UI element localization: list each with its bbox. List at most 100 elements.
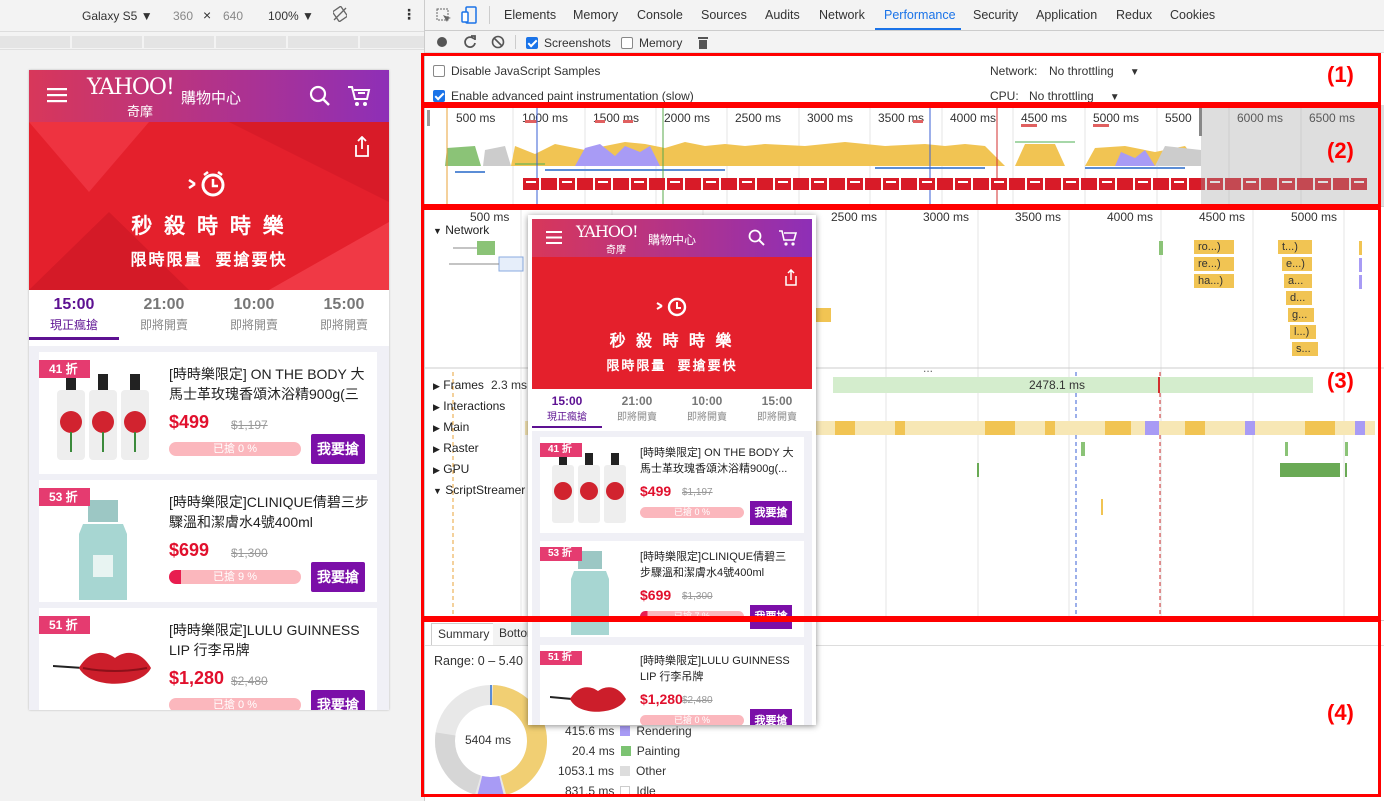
network-request[interactable]: ha...) — [1194, 274, 1234, 288]
rotate-icon[interactable] — [332, 5, 348, 25]
buy-button: 我要搶 — [750, 605, 792, 629]
product-image-bodywash — [552, 453, 626, 523]
network-throttle-select[interactable]: No throttling ▼ — [1049, 64, 1140, 78]
tab-summary[interactable]: Summary — [431, 623, 497, 645]
product-card[interactable]: 53 折 [時時樂限定]CLINIQUE倩碧三步驟溫和潔膚水4號400ml $6… — [39, 480, 377, 602]
zoom-select[interactable]: 100% ▼ — [268, 9, 314, 23]
network-request[interactable]: l...) — [1290, 325, 1316, 339]
buy-button[interactable]: 我要搶 — [311, 690, 365, 710]
product-price: $499 — [640, 483, 672, 499]
clear-icon[interactable] — [491, 35, 505, 52]
buy-button[interactable]: 我要搶 — [311, 434, 365, 464]
time-tab-1500-next[interactable]: 15:00 即將開賣 — [299, 296, 389, 333]
track-raster[interactable]: ▶ Raster — [433, 441, 479, 455]
product-price: $699 — [640, 587, 672, 603]
share-icon[interactable] — [353, 135, 371, 161]
network-request[interactable]: a... — [1284, 274, 1312, 288]
product-title[interactable]: [時時樂限定] ON THE BODY 大馬士革玫瑰香頌沐浴精900g(三 — [169, 364, 369, 404]
tab-network[interactable]: Network — [819, 8, 865, 22]
track-frames[interactable]: ▶ Frames — [433, 378, 484, 392]
discount-badge: 51 折 — [39, 616, 90, 634]
track-gpu[interactable]: ▶ GPU — [433, 462, 469, 476]
buy-button[interactable]: 我要搶 — [311, 562, 365, 592]
device-select[interactable]: Galaxy S5 ▼ — [82, 9, 153, 23]
device-width-input[interactable]: 360 — [173, 9, 193, 23]
tab-performance[interactable]: Performance — [884, 8, 956, 22]
tab-console[interactable]: Console — [637, 8, 683, 22]
time-tab-2100[interactable]: 21:00 即將開賣 — [119, 296, 209, 333]
product-card[interactable]: 41 折 [時時樂限定] ON THE BODY 大馬士革玫瑰香頌沐浴精900g… — [39, 352, 377, 474]
sold-progress-bar: 已搶 7 % — [640, 611, 744, 622]
hamburger-menu-icon — [546, 231, 562, 247]
time-slot-tabs: 15:00 現正瘋搶 21:00 即將開賣 10:00 即將開賣 15:00 即… — [29, 290, 389, 342]
tab-cookies[interactable]: Cookies — [1170, 8, 1215, 22]
performance-toolbar: Screenshots Memory — [425, 31, 1384, 53]
screenshots-checkbox[interactable]: Screenshots — [526, 36, 611, 50]
range-label: Range: 0 – 5.40 — [434, 654, 523, 668]
discount-badge: 51 折 — [540, 651, 582, 665]
tab-application[interactable]: Application — [1036, 8, 1097, 22]
search-icon[interactable] — [309, 85, 331, 110]
track-main[interactable]: ▶ Main — [433, 420, 469, 434]
cpu-throttle-select[interactable]: No throttling ▼ — [1029, 89, 1120, 103]
frame-duration-second: 2478.1 ms — [1029, 378, 1086, 392]
disable-js-samples-checkbox[interactable]: Disable JavaScript Samples — [433, 64, 600, 78]
advanced-paint-checkbox[interactable]: Enable advanced paint instrumentation (s… — [433, 89, 694, 103]
network-label: Network: — [990, 64, 1038, 78]
original-price: $1,300 — [682, 591, 713, 602]
tab-audits[interactable]: Audits — [765, 8, 800, 22]
time-tab-1000[interactable]: 10:00 即將開賣 — [209, 296, 299, 333]
network-request[interactable]: re...) — [1194, 257, 1234, 271]
product-image-lip-tag — [550, 687, 626, 712]
network-request[interactable]: e...) — [1282, 257, 1312, 271]
alarm-clock-icon — [656, 295, 690, 320]
device-height-input[interactable]: 640 — [223, 9, 243, 23]
cart-icon — [778, 229, 798, 250]
banner-subtitle: 限時限量 要搶要快 — [130, 252, 288, 269]
timeline-overview[interactable]: 500 ms 1000 ms 1500 ms 2000 ms 2500 ms 3… — [425, 105, 1384, 207]
flash-sale-banner: 秒 殺 時 時 樂 限時限量 要搶要快 — [29, 122, 389, 290]
tab-sources[interactable]: Sources — [701, 8, 747, 22]
network-request[interactable]: s... — [1292, 342, 1318, 356]
banner-title: 秒 殺 時 時 樂 — [131, 215, 287, 238]
inspect-element-icon[interactable] — [436, 8, 452, 27]
discount-badge: 41 折 — [39, 360, 90, 378]
network-request[interactable]: g... — [1288, 308, 1314, 322]
track-interactions[interactable]: ▶ Interactions — [433, 399, 505, 413]
original-price: $2,480 — [231, 674, 268, 688]
device-toggle-icon[interactable] — [461, 6, 477, 27]
dimension-separator: × — [203, 7, 212, 23]
track-network[interactable]: ▼ Network — [433, 223, 489, 237]
legend-idle: 831.5 ms Idle — [565, 784, 656, 798]
annotation-label-3: (3) — [1327, 368, 1354, 393]
network-request[interactable]: ro...) — [1194, 240, 1234, 254]
cart-icon[interactable] — [347, 85, 371, 110]
record-icon[interactable] — [436, 36, 448, 51]
hamburger-menu-icon[interactable] — [47, 87, 67, 106]
reload-icon[interactable] — [463, 35, 477, 52]
media-query-ruler — [0, 32, 424, 50]
tab-security[interactable]: Security — [973, 8, 1018, 22]
annotation-label-1: (1) — [1327, 62, 1354, 87]
product-list: 41 折 [時時樂限定] ON THE BODY 大馬士革玫瑰香頌沐浴精900g… — [29, 346, 389, 710]
product-title[interactable]: [時時樂限定]CLINIQUE倩碧三步驟溫和潔膚水4號400ml — [169, 492, 369, 532]
time-tab-1500-now[interactable]: 15:00 現正瘋搶 — [29, 296, 119, 340]
track-scriptstreamer[interactable]: ▼ ScriptStreamer — [433, 483, 525, 497]
tab-memory[interactable]: Memory — [573, 8, 618, 22]
more-options-icon[interactable]: ⋮ — [402, 6, 416, 23]
product-card: 51 折 [時時樂限定]LULU GUINNESS LIP 行李吊牌 $1,28… — [540, 645, 804, 725]
tab-redux[interactable]: Redux — [1116, 8, 1152, 22]
network-request[interactable]: d... — [1286, 291, 1312, 305]
product-price: $1,280 — [169, 668, 225, 688]
network-request[interactable]: t...) — [1278, 240, 1312, 254]
trash-icon[interactable] — [697, 35, 709, 52]
yahoo-logo[interactable]: YAHOO! — [87, 75, 175, 100]
capture-settings: Disable JavaScript Samples Enable advanc… — [425, 53, 1384, 105]
product-title[interactable]: [時時樂限定]LULU GUINNESS LIP 行李吊牌 — [169, 620, 369, 660]
tab-elements[interactable]: Elements — [504, 8, 556, 22]
track-splitter-handle[interactable]: ... — [923, 361, 933, 375]
product-card[interactable]: 51 折 [時時樂限定]LULU GUINNESS LIP 行李吊牌 $1,28… — [39, 608, 377, 710]
product-price: $499 — [169, 412, 210, 432]
legend-painting: 20.4 ms Painting — [572, 744, 681, 758]
memory-checkbox[interactable]: Memory — [621, 36, 682, 50]
